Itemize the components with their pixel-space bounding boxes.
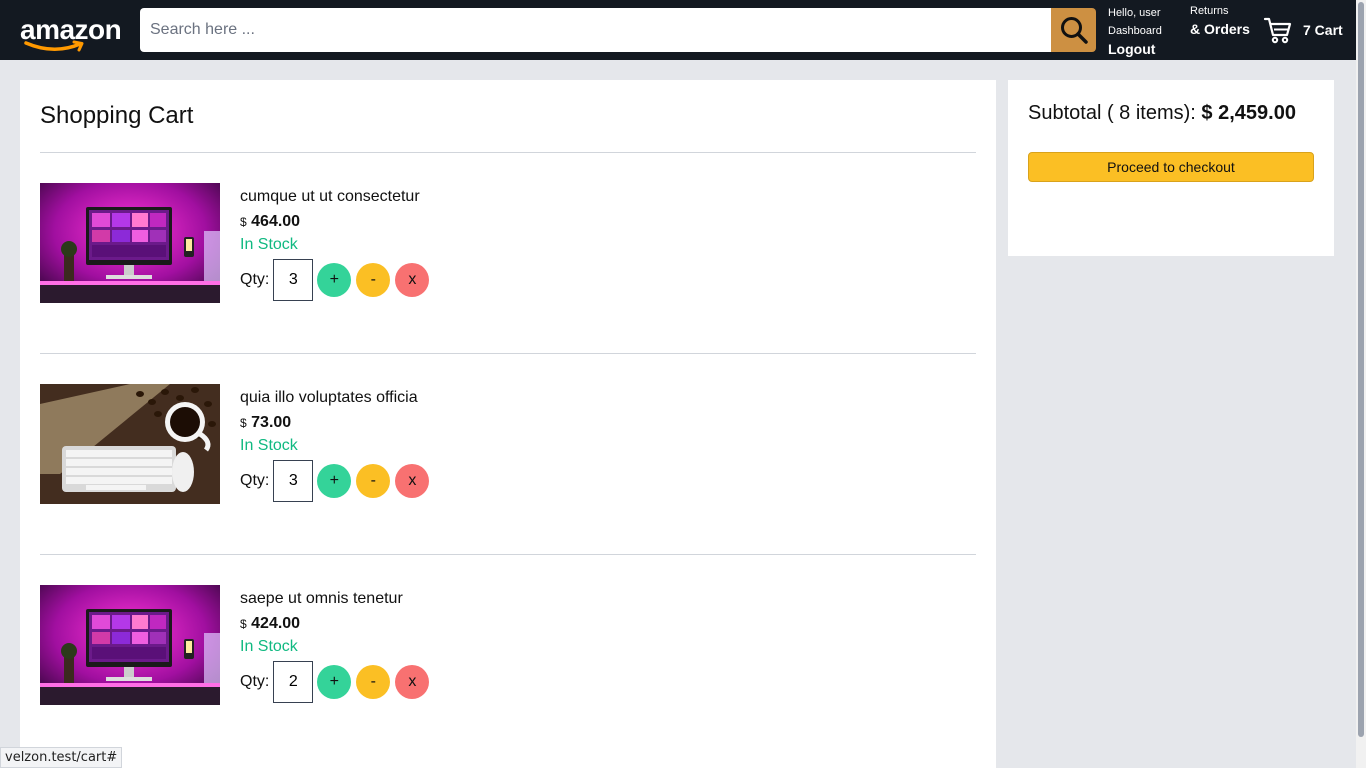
- remove-item-button[interactable]: x: [395, 263, 430, 297]
- page-title: Shopping Cart: [40, 102, 194, 129]
- scrollbar-thumb[interactable]: [1358, 2, 1364, 737]
- quantity-input[interactable]: [273, 460, 314, 502]
- price-amount: 464.00: [251, 213, 301, 230]
- product-price: $ 73.00: [240, 410, 429, 436]
- qty-label: Qty:: [240, 271, 270, 288]
- quantity-input[interactable]: [273, 259, 314, 301]
- decrease-quantity-button[interactable]: -: [356, 665, 391, 699]
- divider: [40, 353, 976, 354]
- proceed-to-checkout-button[interactable]: Proceed to checkout: [1028, 152, 1314, 182]
- quantity-input[interactable]: [273, 661, 314, 703]
- dashboard-link[interactable]: Dashboard: [1108, 22, 1162, 40]
- currency-symbol: $: [240, 215, 247, 229]
- search-input[interactable]: [140, 8, 1052, 52]
- returns-label: Returns: [1190, 5, 1229, 17]
- currency-symbol: $: [240, 617, 247, 631]
- product-info: saepe ut omnis tenetur $ 424.00 In Stock…: [240, 589, 430, 703]
- returns-orders-link[interactable]: Returns & Orders: [1190, 4, 1250, 40]
- cart-icon: [1263, 17, 1292, 44]
- search-icon: [1060, 17, 1088, 44]
- quantity-controls: Qty: + - x: [240, 661, 430, 703]
- decrease-quantity-button[interactable]: -: [356, 263, 391, 297]
- currency-symbol: $: [240, 416, 247, 430]
- account-menu: Hello, user Dashboard Logout: [1108, 4, 1162, 58]
- logo-smile-icon: [24, 40, 84, 52]
- desk-setup-pink-image: [40, 585, 220, 705]
- product-image[interactable]: [40, 384, 220, 504]
- status-bar-url: velzon.test/cart#: [0, 747, 123, 768]
- amazon-logo[interactable]: amazon: [20, 12, 122, 52]
- product-image[interactable]: [40, 183, 220, 303]
- price-amount: 424.00: [251, 615, 301, 632]
- subtotal-amount: $ 2,459.00: [1201, 102, 1296, 124]
- decrease-quantity-button[interactable]: -: [356, 464, 391, 498]
- product-name[interactable]: quia illo voluptates officia: [240, 388, 429, 408]
- increase-quantity-button[interactable]: +: [317, 464, 352, 498]
- keyboard-coffee-image: [40, 384, 220, 504]
- product-price: $ 424.00: [240, 611, 429, 637]
- quantity-controls: Qty: + - x: [240, 460, 430, 502]
- orders-label: & Orders: [1190, 21, 1250, 37]
- remove-item-button[interactable]: x: [395, 665, 430, 699]
- increase-quantity-button[interactable]: +: [317, 665, 352, 699]
- quantity-controls: Qty: + - x: [240, 259, 430, 301]
- product-image[interactable]: [40, 585, 220, 705]
- cart-link[interactable]: 7 Cart: [1263, 14, 1343, 46]
- shopping-cart-panel: Shopping Cart cumque ut ut consectetur $…: [20, 80, 996, 768]
- product-name[interactable]: saepe ut omnis tenetur: [240, 589, 429, 609]
- stock-status: In Stock: [240, 437, 298, 454]
- order-summary-panel: Subtotal ( 8 items): $ 2,459.00 Proceed …: [1008, 80, 1334, 256]
- subtotal-label: Subtotal ( 8 items):: [1028, 102, 1196, 124]
- top-navbar: amazon Hello, user Dashboard Logout Retu…: [0, 0, 1356, 60]
- stock-status: In Stock: [240, 638, 298, 655]
- cart-count-label: 7 Cart: [1303, 22, 1343, 38]
- product-info: quia illo voluptates officia $ 73.00 In …: [240, 388, 430, 502]
- product-info: cumque ut ut consectetur $ 464.00 In Sto…: [240, 187, 430, 301]
- subtotal: Subtotal ( 8 items): $ 2,459.00: [1028, 102, 1296, 125]
- qty-label: Qty:: [240, 673, 270, 690]
- qty-label: Qty:: [240, 472, 270, 489]
- cart-item: cumque ut ut consectetur $ 464.00 In Sto…: [40, 183, 940, 313]
- cart-item: quia illo voluptates officia $ 73.00 In …: [40, 384, 940, 514]
- cart-item: saepe ut omnis tenetur $ 424.00 In Stock…: [40, 585, 940, 715]
- divider: [40, 152, 976, 153]
- search-button[interactable]: [1051, 8, 1096, 52]
- stock-status: In Stock: [240, 236, 298, 253]
- increase-quantity-button[interactable]: +: [317, 263, 352, 297]
- logout-link[interactable]: Logout: [1108, 40, 1162, 58]
- product-name[interactable]: cumque ut ut consectetur: [240, 187, 429, 207]
- desk-setup-pink-image: [40, 183, 220, 303]
- price-amount: 73.00: [251, 414, 292, 431]
- product-price: $ 464.00: [240, 209, 429, 235]
- remove-item-button[interactable]: x: [395, 464, 430, 498]
- account-greeting: Hello, user: [1108, 7, 1161, 19]
- divider: [40, 554, 976, 555]
